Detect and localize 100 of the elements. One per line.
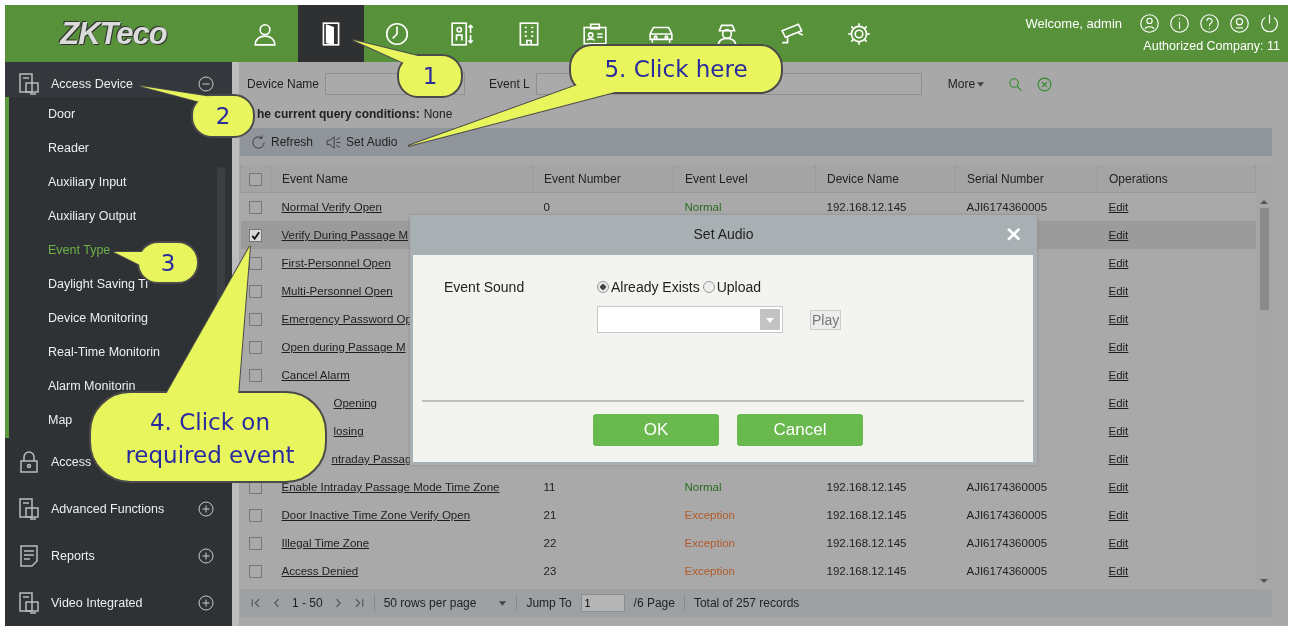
clear-icon[interactable] bbox=[1036, 75, 1054, 93]
menu-item[interactable]: Reader bbox=[48, 141, 89, 155]
column-header: Serial Number bbox=[967, 171, 1044, 186]
menu-group-label[interactable]: Access Device bbox=[51, 77, 133, 91]
dialog-title: Set Audio bbox=[693, 226, 754, 242]
caret-icon bbox=[765, 315, 775, 324]
event-name-link[interactable]: Cancel Alarm bbox=[281, 369, 350, 381]
edit-link[interactable]: Edit bbox=[1108, 481, 1129, 493]
menu-item[interactable]: Daylight Saving Ti bbox=[48, 277, 149, 291]
menu-item[interactable]: Door bbox=[48, 107, 76, 121]
nav-tab[interactable] bbox=[298, 5, 364, 62]
menu-item[interactable]: Real-Time Monitorin bbox=[48, 345, 161, 359]
info-icon[interactable] bbox=[1169, 13, 1190, 34]
event-name-link[interactable]: Open during Passage M bbox=[281, 341, 406, 353]
table-cell: Normal bbox=[684, 481, 722, 493]
menu-item[interactable]: Event Type bbox=[48, 243, 111, 257]
edit-link[interactable]: Edit bbox=[1108, 201, 1129, 213]
edit-link[interactable]: Edit bbox=[1108, 229, 1129, 241]
checkbox[interactable] bbox=[249, 368, 262, 382]
gear-icon bbox=[846, 20, 872, 47]
profile-icon[interactable] bbox=[1229, 13, 1250, 34]
checkbox[interactable] bbox=[249, 340, 262, 354]
query-value: None bbox=[423, 107, 453, 121]
expand-icon[interactable] bbox=[198, 594, 214, 611]
menu-item[interactable]: Auxiliary Input bbox=[48, 175, 127, 189]
edit-link[interactable]: Edit bbox=[1108, 285, 1129, 297]
menu-group-label[interactable]: Advanced Functions bbox=[51, 501, 165, 516]
id-card-icon bbox=[582, 20, 608, 47]
help-icon[interactable] bbox=[1199, 13, 1220, 34]
caret-icon bbox=[976, 80, 986, 88]
user-icon[interactable] bbox=[1139, 13, 1160, 34]
checkbox[interactable] bbox=[249, 536, 262, 550]
more-dropdown[interactable]: More bbox=[947, 77, 976, 91]
menu-group-label[interactable]: Access bbox=[51, 454, 92, 469]
toolbar-button[interactable]: Refresh bbox=[250, 133, 314, 151]
checkbox[interactable] bbox=[249, 312, 262, 326]
event-name-link[interactable]: losing bbox=[333, 425, 364, 437]
table-cell: 192.168.12.145 bbox=[826, 537, 907, 549]
event-name-link[interactable]: Enable Intraday Passage Mode Time Zone bbox=[281, 481, 500, 493]
radio-option[interactable]: Already Exists bbox=[597, 279, 700, 295]
collapse-icon[interactable] bbox=[198, 76, 214, 92]
edit-link[interactable]: Edit bbox=[1108, 369, 1129, 381]
scrollbar-thumb[interactable] bbox=[1259, 208, 1269, 310]
table-cell: 23 bbox=[543, 565, 557, 577]
page-input[interactable]: 1 bbox=[580, 594, 625, 612]
checkbox[interactable] bbox=[249, 508, 262, 522]
document-icon bbox=[17, 543, 41, 568]
callout-text: 4. Click on required event bbox=[125, 409, 295, 468]
event-name-link[interactable]: Access Denied bbox=[281, 565, 359, 577]
table-cell: 192.168.12.145 bbox=[826, 481, 907, 493]
event-name-link[interactable]: Opening bbox=[333, 397, 377, 409]
checkbox[interactable] bbox=[249, 200, 262, 214]
event-name-link[interactable]: Illegal Time Zone bbox=[281, 537, 370, 549]
menu-item[interactable]: Map bbox=[48, 413, 73, 427]
table-cell: AJI6174360005 bbox=[966, 565, 1048, 577]
menu-group-label[interactable]: Reports bbox=[51, 548, 95, 563]
expand-icon[interactable] bbox=[198, 500, 214, 517]
caret-icon bbox=[498, 599, 508, 607]
radio-option[interactable]: Upload bbox=[702, 279, 762, 295]
clock-icon bbox=[384, 20, 410, 47]
device-icon bbox=[17, 496, 41, 521]
power-icon[interactable] bbox=[1259, 13, 1280, 34]
table-cell: Exception bbox=[684, 537, 735, 549]
edit-link[interactable]: Edit bbox=[1108, 453, 1129, 465]
menu-item[interactable]: Alarm Monitorin bbox=[48, 379, 136, 393]
checkbox[interactable] bbox=[249, 228, 262, 242]
toolbar-button[interactable]: Set Audio bbox=[325, 133, 398, 151]
edit-link[interactable]: Edit bbox=[1108, 397, 1129, 409]
edit-link[interactable]: Edit bbox=[1108, 313, 1129, 325]
welcome-text: Welcome, admin bbox=[1025, 16, 1122, 31]
jump-label: Jump To bbox=[526, 596, 572, 610]
first-page-icon[interactable] bbox=[250, 597, 262, 609]
edit-link[interactable]: Edit bbox=[1108, 257, 1129, 269]
page-size-dropdown[interactable]: 50 rows per page bbox=[383, 596, 508, 610]
scroll-down-icon[interactable] bbox=[1259, 577, 1269, 585]
edit-link[interactable]: Edit bbox=[1108, 509, 1129, 521]
edit-link[interactable]: Edit bbox=[1108, 537, 1129, 549]
sound-dropdown[interactable] bbox=[597, 306, 783, 333]
event-name-link[interactable]: Normal Verify Open bbox=[281, 201, 382, 213]
expand-icon[interactable] bbox=[198, 547, 214, 564]
edit-link[interactable]: Edit bbox=[1108, 565, 1129, 577]
lock-icon bbox=[17, 449, 41, 474]
checkbox[interactable] bbox=[249, 564, 262, 578]
event-name-link[interactable]: Door Inactive Time Zone Verify Open bbox=[281, 509, 471, 521]
menu-group-label[interactable]: Video Integrated bbox=[51, 595, 143, 610]
table-cell: Normal bbox=[684, 201, 722, 213]
page-count: /6 Page bbox=[633, 596, 675, 610]
edit-link[interactable]: Edit bbox=[1108, 425, 1129, 437]
search-icon[interactable] bbox=[1007, 75, 1025, 93]
edit-link[interactable]: Edit bbox=[1108, 341, 1129, 353]
device-icon bbox=[17, 72, 41, 96]
speaker-icon bbox=[325, 133, 343, 151]
menu-item[interactable]: Device Monitoring bbox=[48, 311, 149, 325]
event-name-link[interactable]: Multi-Personnel Open bbox=[281, 285, 393, 297]
event-name-link[interactable]: First-Personnel Open bbox=[281, 257, 391, 269]
menu-item[interactable]: Auxiliary Output bbox=[48, 209, 137, 223]
checkbox[interactable] bbox=[249, 284, 262, 298]
callout-text: 3 bbox=[160, 250, 176, 276]
checkbox[interactable] bbox=[249, 172, 262, 186]
scroll-up-icon[interactable] bbox=[1259, 198, 1269, 206]
